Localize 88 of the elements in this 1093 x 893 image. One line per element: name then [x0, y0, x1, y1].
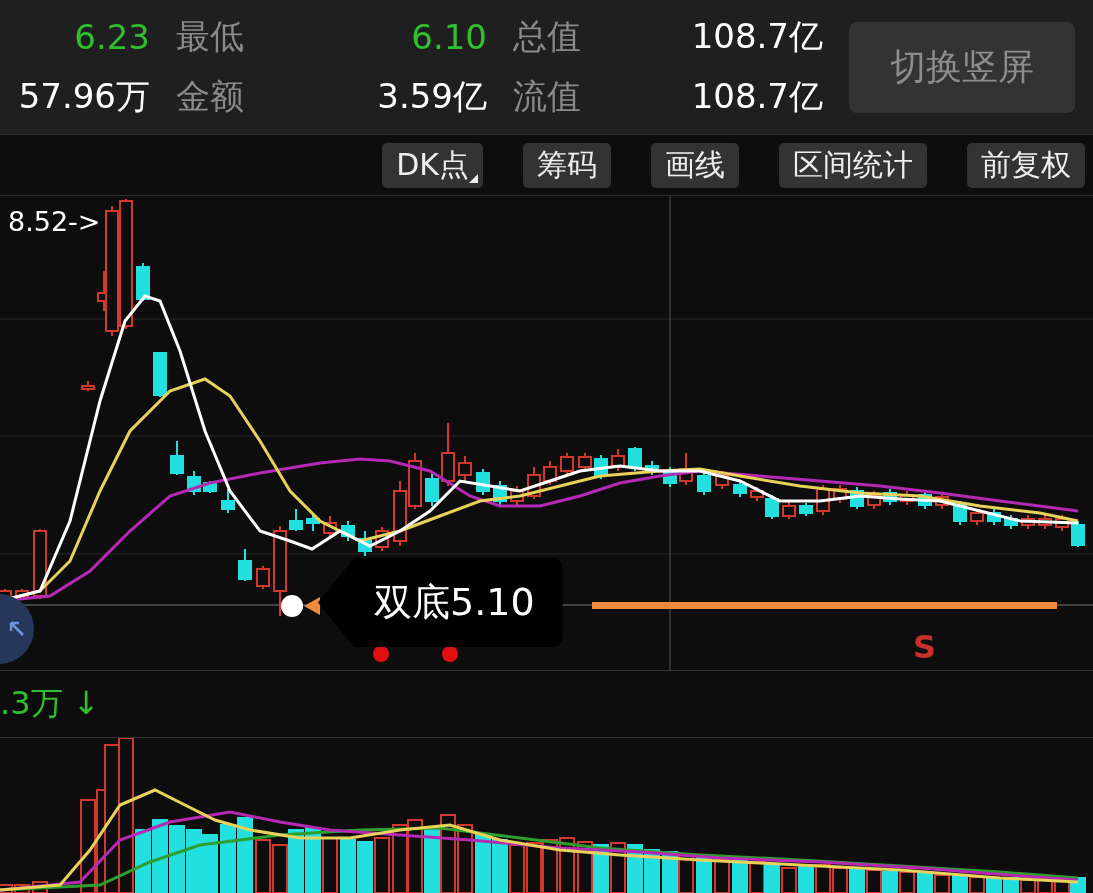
candlestick — [578, 452, 592, 472]
stat-label: 金额 — [175, 75, 244, 118]
candlestick — [256, 565, 270, 590]
candlestick — [136, 262, 150, 302]
candlestick — [221, 488, 235, 514]
candlestick — [594, 454, 608, 480]
sell-signal: S — [913, 628, 937, 666]
stat-value: 6.23 — [74, 17, 150, 57]
candlestick — [358, 530, 372, 557]
volume-bar — [357, 841, 373, 893]
stat-value: 108.7亿 — [691, 15, 823, 58]
candlestick — [782, 500, 796, 520]
signal-dot — [373, 646, 389, 662]
toolbar-button[interactable]: DK点 — [382, 142, 483, 188]
volume-bar — [732, 859, 748, 893]
volume-bar — [220, 824, 236, 893]
candlestick — [493, 480, 507, 507]
candlestick — [527, 466, 541, 500]
stat-label: 总值 — [512, 15, 581, 58]
candlestick — [510, 485, 524, 507]
volume-bar — [696, 857, 712, 893]
candlestick — [628, 446, 642, 472]
candlestick — [393, 480, 407, 547]
volume-label: .3万 ↓ — [0, 683, 100, 724]
volume-bar — [798, 865, 814, 893]
stat-label: 最低 — [175, 15, 244, 58]
high-price-label: 8.52-> — [8, 206, 101, 237]
candlestick — [918, 490, 932, 510]
candlestick — [611, 448, 625, 472]
volume-bar — [764, 864, 780, 893]
candlestick — [799, 502, 813, 517]
candlestick — [733, 480, 747, 498]
candlestick — [935, 492, 949, 510]
candlestick — [458, 455, 472, 482]
candlestick — [987, 508, 1001, 526]
annotation-tag: 双底5.10 — [318, 558, 563, 647]
candlestick — [645, 460, 659, 476]
candlestick — [187, 470, 201, 496]
volume-bar — [305, 827, 321, 893]
arrow-icon — [8, 620, 26, 638]
point-marker — [281, 595, 303, 617]
candlestick — [1055, 514, 1069, 532]
candlestick — [663, 466, 677, 488]
signal-dot — [442, 646, 458, 662]
candlestick — [341, 520, 355, 542]
candlestick — [323, 515, 337, 537]
switch-orientation-button[interactable]: 切换竖屏 — [849, 21, 1075, 113]
volume-bar — [475, 834, 491, 893]
volume-bar — [186, 829, 202, 893]
candlestick — [1071, 520, 1085, 548]
candlestick — [833, 484, 847, 504]
volume-bar — [288, 829, 304, 893]
volume-bar — [340, 839, 356, 893]
toolbar-button[interactable]: 画线 — [651, 142, 739, 188]
candlestick — [15, 588, 29, 600]
candlestick — [867, 490, 881, 510]
candlestick — [33, 528, 47, 600]
candlestick — [560, 452, 574, 476]
candlestick — [81, 380, 95, 392]
volume-bar — [882, 871, 898, 893]
candlestick — [289, 508, 303, 532]
arrowhead-icon — [304, 597, 320, 615]
volume-bar — [849, 869, 865, 893]
volume-bar — [492, 839, 508, 893]
candlestick — [408, 452, 422, 510]
candlestick — [170, 440, 184, 476]
candlestick — [375, 526, 389, 552]
volume-bar — [986, 877, 1002, 893]
stat-value: 6.10 — [411, 17, 487, 57]
candlestick — [203, 480, 217, 494]
candlestick — [697, 470, 711, 496]
candlestick — [543, 460, 557, 486]
stat-value: 3.59亿 — [377, 75, 487, 118]
candlestick — [238, 548, 252, 582]
stat-value: 57.96万 — [18, 75, 150, 118]
volume-bar — [169, 825, 185, 893]
toolbar-button[interactable]: 前复权 — [967, 142, 1085, 188]
toolbar-button[interactable]: 区间统计 — [779, 142, 927, 188]
candlestick — [153, 352, 167, 398]
volume-bar — [952, 875, 968, 893]
stat-value: 108.7亿 — [691, 75, 823, 118]
volume-bar — [917, 873, 933, 893]
candlestick — [441, 422, 455, 487]
volume-bar — [424, 829, 440, 893]
toolbar-button[interactable]: 筹码 — [523, 142, 611, 188]
stat-label: 流值 — [512, 75, 581, 118]
volume-bar — [202, 834, 218, 893]
candlestick — [679, 452, 693, 486]
